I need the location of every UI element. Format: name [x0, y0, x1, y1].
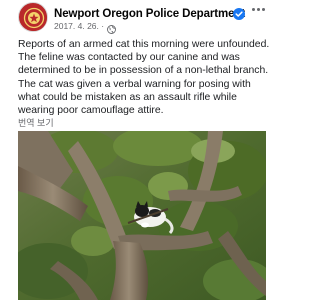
page-name[interactable]: Newport Oregon Police Department — [54, 8, 245, 20]
post-body-line: The cat was given a verbal warning for p… — [18, 78, 251, 90]
post-body-line: what could be mistaken as an assault rif… — [18, 91, 237, 103]
more-dots-icon — [252, 8, 255, 11]
more-options-button[interactable] — [251, 3, 267, 17]
cat-in-tree-photo — [18, 131, 266, 300]
page-avatar[interactable] — [18, 2, 48, 32]
post-body-line: determined to be in possession of a non-… — [18, 65, 269, 77]
see-translation-link[interactable]: 번역 보기 — [18, 116, 54, 129]
more-dot — [257, 8, 260, 11]
post-body-line: wearing poor camouflage attire. — [18, 105, 164, 117]
post-date[interactable]: 2017. 4. 26. — [54, 21, 99, 31]
post-photo[interactable] — [18, 131, 266, 300]
facebook-post: Newport Oregon Police Department 2017. 4… — [0, 0, 275, 300]
post-header: Newport Oregon Police Department 2017. 4… — [18, 2, 268, 34]
meta-separator: · — [101, 21, 105, 31]
police-badge-icon — [21, 5, 47, 31]
post-body: Reports of an armed cat this morning wer… — [18, 38, 270, 117]
post-body-line: The feline was contacted by our canine a… — [18, 52, 240, 64]
globe-icon — [107, 21, 116, 34]
post-body-line: Reports of an armed cat this morning wer… — [18, 39, 270, 50]
more-dot — [262, 8, 265, 11]
verified-check-icon — [233, 7, 245, 20]
post-timestamp[interactable]: 2017. 4. 26. · — [54, 21, 104, 31]
